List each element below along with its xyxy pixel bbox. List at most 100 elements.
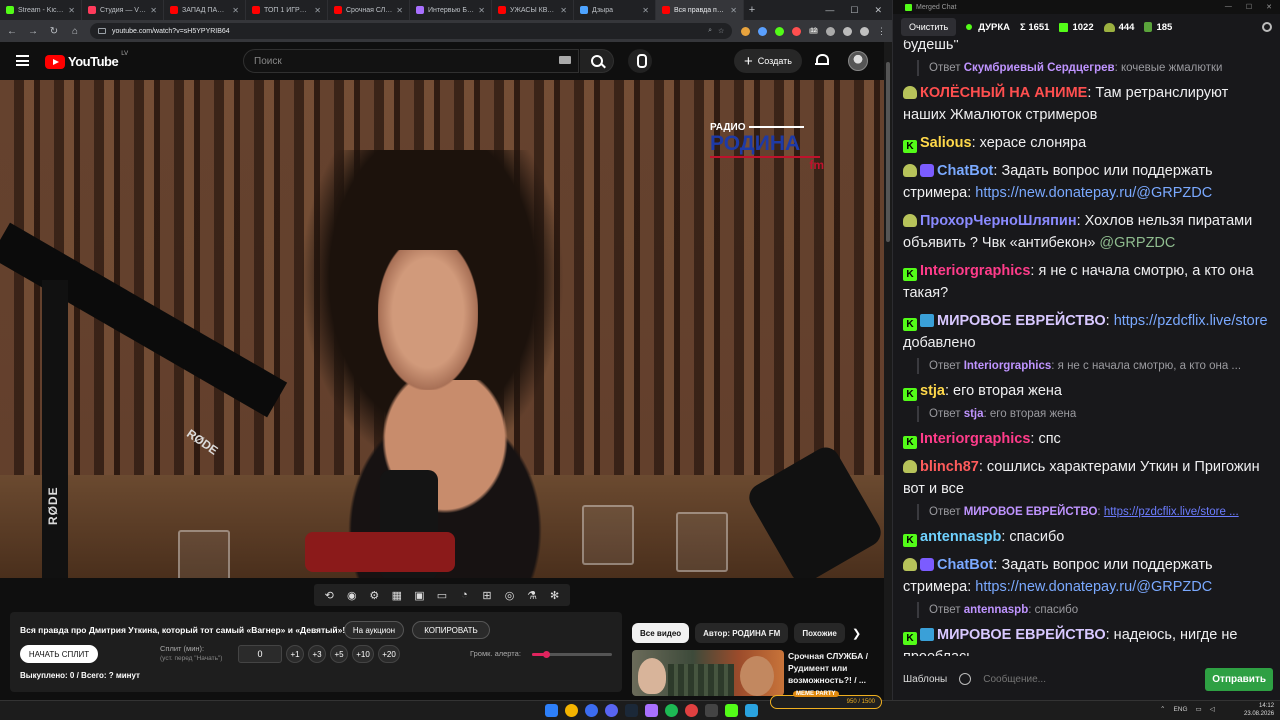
emoji-icon[interactable] bbox=[959, 673, 972, 685]
app-icon[interactable] bbox=[705, 704, 718, 717]
reply-context[interactable]: Ответ Скумбриевый Сердцегрев: кочевые жм… bbox=[917, 60, 1269, 76]
create-button[interactable]: + Создать bbox=[734, 49, 802, 73]
discord-icon[interactable] bbox=[605, 704, 618, 717]
audio-icon[interactable]: ◉ bbox=[344, 589, 360, 602]
chevron-right-icon[interactable]: ❯ bbox=[852, 627, 861, 640]
gauge-icon[interactable]: ◔ bbox=[456, 589, 472, 601]
chat-mention[interactable]: @GRPZDC bbox=[1099, 235, 1175, 251]
chat-username[interactable]: stja bbox=[920, 383, 945, 399]
menu-burger-icon[interactable] bbox=[16, 55, 29, 66]
gear-icon[interactable]: ✻ bbox=[547, 589, 563, 602]
close-tab-icon[interactable]: ✕ bbox=[560, 6, 567, 15]
increment-button[interactable]: +1 bbox=[286, 645, 304, 663]
chat-username[interactable]: КОЛЁСНЫЙ НА АНИМЕ bbox=[920, 85, 1087, 101]
chat-username[interactable]: Salious bbox=[920, 135, 972, 151]
scrollbar-thumb[interactable] bbox=[886, 62, 890, 242]
profile-icon[interactable] bbox=[860, 26, 869, 36]
browser-tab[interactable]: Интервью Больш... ✕ bbox=[410, 0, 492, 20]
close-tab-icon[interactable]: ✕ bbox=[68, 6, 75, 15]
browser-tab[interactable]: ТОП 1 ИГРОК ГЕ... ✕ bbox=[246, 0, 328, 20]
reply-link[interactable]: https://pzdcflix.live/store ... bbox=[1104, 506, 1239, 518]
loop-icon[interactable]: ⟲ bbox=[321, 589, 337, 602]
voice-search-icon[interactable] bbox=[628, 49, 652, 73]
new-tab-button[interactable]: + bbox=[744, 4, 760, 16]
steam-icon[interactable] bbox=[625, 704, 638, 717]
menu-icon[interactable]: ⋮ bbox=[877, 26, 886, 37]
reply-username[interactable]: stja bbox=[964, 408, 984, 420]
site-info-icon[interactable] bbox=[98, 28, 106, 34]
chat-message[interactable]: МИРОВОЕ ЕВРЕЙСТВО: https://pzdcflix.live… bbox=[903, 310, 1269, 354]
page-scrollbar[interactable] bbox=[884, 42, 892, 700]
bookmark-star-icon[interactable]: ☆ bbox=[718, 27, 724, 35]
chat-message[interactable]: МИРОВОЕ ЕВРЕЙСТВО: надеюсь, нигде не про… bbox=[903, 624, 1269, 656]
chat-username[interactable]: ChatBot bbox=[937, 557, 993, 573]
close-tab-icon[interactable]: ✕ bbox=[642, 6, 649, 15]
maximize-icon[interactable]: ☐ bbox=[850, 5, 858, 16]
close-icon[interactable]: ✕ bbox=[874, 5, 882, 16]
chat-message[interactable]: stja: его вторая жена bbox=[903, 380, 1269, 402]
close-icon[interactable]: ✕ bbox=[1266, 3, 1272, 11]
related-video-title[interactable]: Срочная СЛУЖБА / Рудимент или возможност… bbox=[788, 650, 878, 686]
extension-icon[interactable] bbox=[792, 26, 802, 36]
browser-tab[interactable]: УЖАСЫ КВАРТИР...✕ bbox=[492, 0, 574, 20]
search-input[interactable]: Поиск bbox=[243, 49, 579, 73]
chip-author[interactable]: Автор: РОДИНА FM bbox=[695, 623, 789, 643]
home-icon[interactable]: ⌂ bbox=[69, 26, 81, 37]
camera-icon[interactable]: ◎ bbox=[502, 589, 518, 602]
related-video-thumbnail[interactable] bbox=[632, 650, 784, 696]
browser-tab[interactable]: Stream - Kick Dash ✕ bbox=[0, 0, 82, 20]
chat-link[interactable]: https://pzdcflix.live/store bbox=[1114, 313, 1268, 329]
chat-message[interactable]: Interiorgraphics: спс bbox=[903, 428, 1269, 450]
close-tab-icon[interactable]: ✕ bbox=[396, 6, 403, 15]
maximize-icon[interactable]: ☐ bbox=[1246, 3, 1252, 11]
start-icon[interactable] bbox=[545, 704, 558, 717]
browser-tab[interactable]: Дзыра ✕ bbox=[574, 0, 656, 20]
url-field[interactable]: youtube.com/watch?v=sH5YPYRIB64 ⌕ ☆ bbox=[90, 23, 733, 39]
language-indicator[interactable]: ENG bbox=[1173, 706, 1187, 713]
keyboard-icon[interactable] bbox=[559, 56, 571, 64]
reload-icon[interactable]: ↻ bbox=[48, 26, 60, 37]
close-tab-icon[interactable]: ✕ bbox=[314, 6, 321, 15]
chat-username[interactable]: Interiorgraphics bbox=[920, 263, 1030, 279]
chip-all-videos[interactable]: Все видео bbox=[632, 623, 690, 643]
clear-button[interactable]: Очистить bbox=[901, 18, 957, 36]
flask-icon[interactable]: ⚗ bbox=[524, 589, 540, 602]
to-auction-button[interactable]: На аукцион bbox=[344, 621, 404, 639]
increment-button[interactable]: +3 bbox=[308, 645, 326, 663]
send-button[interactable]: Отправить bbox=[1205, 667, 1273, 691]
chat-message[interactable]: ChatBot: Задать вопрос или поддержать ст… bbox=[903, 554, 1269, 598]
message-input[interactable] bbox=[979, 667, 1198, 691]
network-icon[interactable]: ▭ bbox=[1196, 705, 1202, 713]
increment-button[interactable]: +10 bbox=[352, 645, 374, 663]
chat-link[interactable]: https://new.donatepay.ru/@GRPZDC bbox=[975, 185, 1212, 201]
settings-gear-icon[interactable] bbox=[1262, 22, 1272, 32]
avatar[interactable] bbox=[848, 51, 868, 71]
browser-tab[interactable]: Студия — VK Видео ✕ bbox=[82, 0, 164, 20]
app-icon[interactable] bbox=[725, 704, 738, 717]
download-icon[interactable] bbox=[843, 26, 852, 36]
pip-icon[interactable]: ▣ bbox=[411, 589, 427, 602]
chat-username[interactable]: blinch87 bbox=[920, 459, 979, 475]
forward-icon[interactable]: → bbox=[27, 26, 39, 37]
zoom-icon[interactable]: ⌕ bbox=[708, 27, 712, 35]
extension-icon[interactable] bbox=[741, 26, 751, 36]
minimize-icon[interactable]: — bbox=[825, 5, 834, 16]
reply-context[interactable]: Ответ stja: его вторая жена bbox=[917, 406, 1269, 422]
volume-knob[interactable] bbox=[543, 651, 551, 658]
split-minutes-input[interactable]: 0 bbox=[238, 645, 282, 663]
back-icon[interactable]: ← bbox=[6, 26, 18, 37]
chat-username[interactable]: antennaspb bbox=[920, 529, 1001, 545]
increment-button[interactable]: +5 bbox=[330, 645, 348, 663]
chat-username[interactable]: Interiorgraphics bbox=[920, 431, 1030, 447]
app-icon[interactable] bbox=[585, 704, 598, 717]
extension-icon[interactable] bbox=[758, 26, 768, 36]
chat-message[interactable]: Interiorgraphics: я не с начала смотрю, … bbox=[903, 260, 1269, 304]
browser-tab[interactable]: ЗАПАД ПАЛ. АСМ... ✕ bbox=[164, 0, 246, 20]
browser-tab[interactable]: Вся правда пр... ✕ bbox=[656, 0, 744, 20]
reply-username[interactable]: Скумбриевый Сердцегрев bbox=[964, 62, 1115, 74]
extension-counter[interactable]: 12 bbox=[809, 28, 818, 34]
clapper-icon[interactable]: ▦ bbox=[389, 589, 405, 602]
start-split-button[interactable]: НАЧАТЬ СПЛИТ bbox=[20, 645, 98, 663]
search-button[interactable] bbox=[580, 49, 614, 73]
chat-message[interactable]: ChatBot: Задать вопрос или поддержать ст… bbox=[903, 160, 1269, 204]
